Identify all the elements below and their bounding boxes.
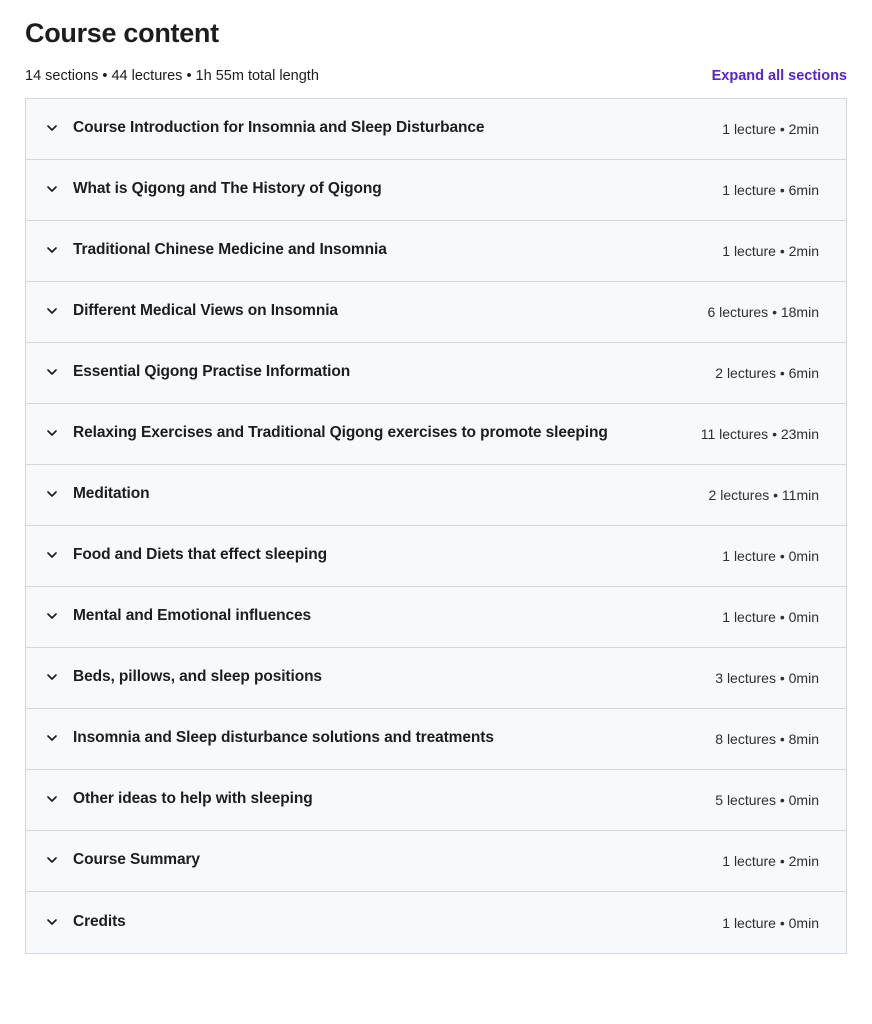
section-title: Food and Diets that effect sleeping xyxy=(73,546,327,564)
section-row[interactable]: Relaxing Exercises and Traditional Qigon… xyxy=(26,403,846,465)
course-content-page: Course content 14 sections • 44 lectures… xyxy=(0,0,872,1024)
section-title: Relaxing Exercises and Traditional Qigon… xyxy=(73,424,608,442)
section-row[interactable]: Course Summary 1 lecture • 2min xyxy=(26,830,846,892)
section-title: Other ideas to help with sleeping xyxy=(73,790,313,808)
expand-all-sections-link[interactable]: Expand all sections xyxy=(712,66,847,86)
section-row[interactable]: Food and Diets that effect sleeping 1 le… xyxy=(26,525,846,587)
course-sections-list: Course Introduction for Insomnia and Sle… xyxy=(25,97,847,954)
chevron-down-icon xyxy=(44,364,60,380)
section-title: What is Qigong and The History of Qigong xyxy=(73,180,382,198)
chevron-down-icon xyxy=(44,181,60,197)
section-row-left: Beds, pillows, and sleep positions xyxy=(44,666,703,688)
section-title: Essential Qigong Practise Information xyxy=(73,363,351,381)
section-row-left: Food and Diets that effect sleeping xyxy=(44,544,710,566)
chevron-down-icon xyxy=(44,120,60,136)
chevron-down-icon xyxy=(44,425,60,441)
section-meta: 1 lecture • 6min xyxy=(722,182,819,199)
section-row-left: Meditation xyxy=(44,483,697,505)
section-meta: 1 lecture • 0min xyxy=(722,609,819,626)
section-meta: 3 lectures • 0min xyxy=(715,670,819,687)
section-meta: 6 lectures • 18min xyxy=(707,304,819,321)
section-row-left: Other ideas to help with sleeping xyxy=(44,788,703,810)
section-meta: 1 lecture • 0min xyxy=(722,914,819,931)
section-row[interactable]: What is Qigong and The History of Qigong… xyxy=(26,159,846,221)
section-row[interactable]: Traditional Chinese Medicine and Insomni… xyxy=(26,220,846,282)
chevron-down-icon xyxy=(44,303,60,319)
section-meta: 1 lecture • 0min xyxy=(722,548,819,565)
section-row-left: Mental and Emotional influences xyxy=(44,605,710,627)
section-row[interactable]: Beds, pillows, and sleep positions 3 lec… xyxy=(26,647,846,709)
section-row-left: Different Medical Views on Insomnia xyxy=(44,300,695,322)
section-row-left: Traditional Chinese Medicine and Insomni… xyxy=(44,239,710,261)
section-meta: 11 lectures • 23min xyxy=(700,426,819,443)
section-row[interactable]: Mental and Emotional influences 1 lectur… xyxy=(26,586,846,648)
section-meta: 8 lectures • 8min xyxy=(715,731,819,748)
section-meta: 2 lectures • 6min xyxy=(715,365,819,382)
section-row[interactable]: Meditation 2 lectures • 11min xyxy=(26,464,846,526)
chevron-down-icon xyxy=(44,669,60,685)
section-row[interactable]: Essential Qigong Practise Information 2 … xyxy=(26,342,846,404)
section-row-left: Insomnia and Sleep disturbance solutions… xyxy=(44,727,703,749)
section-title: Beds, pillows, and sleep positions xyxy=(73,668,322,686)
section-row-left: Essential Qigong Practise Information xyxy=(44,361,703,383)
section-meta: 2 lectures • 11min xyxy=(708,487,819,504)
chevron-down-icon xyxy=(44,608,60,624)
chevron-down-icon xyxy=(44,914,60,930)
chevron-down-icon xyxy=(44,791,60,807)
section-meta: 1 lecture • 2min xyxy=(722,853,819,870)
chevron-down-icon xyxy=(44,730,60,746)
section-meta: 5 lectures • 0min xyxy=(715,792,819,809)
section-row[interactable]: Other ideas to help with sleeping 5 lect… xyxy=(26,769,846,831)
section-title: Mental and Emotional influences xyxy=(73,607,312,625)
chevron-down-icon xyxy=(44,242,60,258)
section-title: Course Introduction for Insomnia and Sle… xyxy=(73,119,485,137)
section-row-left: Credits xyxy=(44,911,710,933)
course-meta-row: 14 sections • 44 lectures • 1h 55m total… xyxy=(25,66,847,86)
page-title: Course content xyxy=(25,18,219,48)
section-row-left: Relaxing Exercises and Traditional Qigon… xyxy=(44,422,689,444)
section-title: Different Medical Views on Insomnia xyxy=(73,302,338,320)
section-title: Traditional Chinese Medicine and Insomni… xyxy=(73,241,387,259)
chevron-down-icon xyxy=(44,486,60,502)
section-row[interactable]: Insomnia and Sleep disturbance solutions… xyxy=(26,708,846,770)
section-row-left: What is Qigong and The History of Qigong xyxy=(44,178,710,200)
section-row[interactable]: Credits 1 lecture • 0min xyxy=(26,891,846,953)
section-meta: 1 lecture • 2min xyxy=(722,121,819,138)
section-title: Meditation xyxy=(73,485,150,503)
chevron-down-icon xyxy=(44,547,60,563)
section-title: Credits xyxy=(73,912,126,930)
section-row[interactable]: Course Introduction for Insomnia and Sle… xyxy=(26,98,846,160)
section-row-left: Course Introduction for Insomnia and Sle… xyxy=(44,117,710,139)
section-title: Insomnia and Sleep disturbance solutions… xyxy=(73,729,494,747)
section-row-left: Course Summary xyxy=(44,849,710,871)
section-row[interactable]: Different Medical Views on Insomnia 6 le… xyxy=(26,281,846,343)
chevron-down-icon xyxy=(44,852,60,868)
course-summary-text: 14 sections • 44 lectures • 1h 55m total… xyxy=(25,68,319,85)
section-title: Course Summary xyxy=(73,851,200,869)
section-meta: 1 lecture • 2min xyxy=(722,243,819,260)
